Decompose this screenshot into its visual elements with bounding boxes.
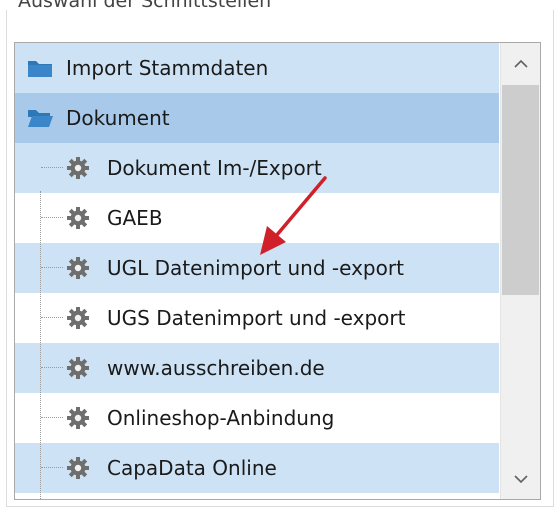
tree-item-ausschreiben[interactable]: www.ausschreiben.de <box>15 343 499 393</box>
tree-rows: Import Stammdaten Dokument Dokument Im-/… <box>15 43 499 493</box>
tree-connector <box>41 467 63 468</box>
scrollbar-thumb[interactable] <box>502 85 539 295</box>
chevron-up-icon <box>513 59 528 68</box>
tree-item-dokument[interactable]: Dokument <box>15 93 499 143</box>
tree-item-ugl-datenimport[interactable]: UGL Datenimport und -export <box>15 243 499 293</box>
tree-connector <box>41 167 63 168</box>
gear-icon <box>67 257 89 279</box>
tree-item-label: Import Stammdaten <box>66 56 269 80</box>
tree-connector <box>41 217 63 218</box>
scroll-up-button[interactable] <box>501 43 540 83</box>
interface-tree[interactable]: Import Stammdaten Dokument Dokument Im-/… <box>14 42 541 500</box>
gear-icon <box>67 207 89 229</box>
gear-icon <box>67 357 89 379</box>
tree-item-label: www.ausschreiben.de <box>107 356 325 380</box>
gear-icon <box>67 407 89 429</box>
tree-connector <box>41 267 63 268</box>
gear-icon <box>67 157 89 179</box>
tree-item-dokument-im-export[interactable]: Dokument Im-/Export <box>15 143 499 193</box>
tree-item-ugs-datenimport[interactable]: UGS Datenimport und -export <box>15 293 499 343</box>
tree-item-gaeb[interactable]: GAEB <box>15 193 499 243</box>
scroll-down-button[interactable] <box>501 459 540 499</box>
tree-item-label: Dokument Im-/Export <box>107 156 322 180</box>
gear-icon <box>67 307 89 329</box>
tree-item-import-stammdaten[interactable]: Import Stammdaten <box>15 43 499 93</box>
gear-icon <box>67 457 89 479</box>
tree-item-label: CapaData Online <box>107 456 277 480</box>
tree-item-label: Dokument <box>66 106 170 130</box>
tree-item-label: GAEB <box>107 206 163 230</box>
tree-connector <box>41 417 63 418</box>
tree-item-label: UGS Datenimport und -export <box>107 306 406 330</box>
tree-item-label: Onlineshop-Anbindung <box>107 406 335 430</box>
tree-connector <box>41 367 63 368</box>
tree-connector <box>41 317 63 318</box>
tree-item-label: UGL Datenimport und -export <box>107 256 404 280</box>
vertical-scrollbar[interactable] <box>500 43 540 499</box>
chevron-down-icon <box>513 474 528 483</box>
tree-item-onlineshop[interactable]: Onlineshop-Anbindung <box>15 393 499 443</box>
folder-closed-icon <box>28 61 52 77</box>
folder-open-icon <box>28 110 53 127</box>
tree-item-capadata[interactable]: CapaData Online <box>15 443 499 493</box>
tree-connector-vertical <box>40 191 41 499</box>
